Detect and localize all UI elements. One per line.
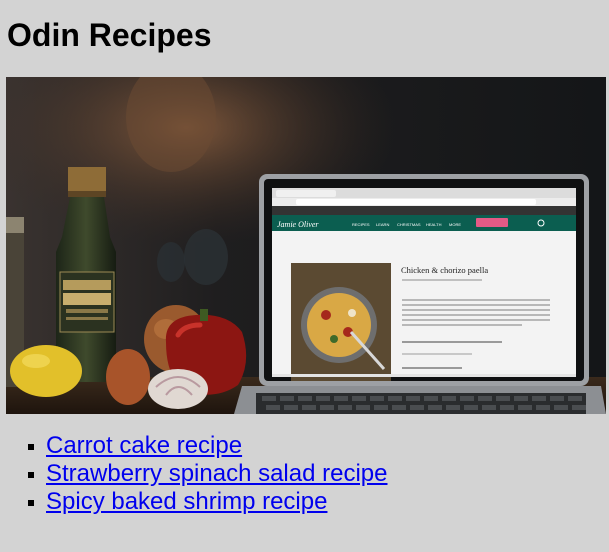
site-nav-more: MORE <box>449 222 461 227</box>
list-item: Carrot cake recipe <box>28 432 388 460</box>
recipe-list: Carrot cake recipe Strawberry spinach sa… <box>0 432 388 516</box>
page-title: Odin Recipes <box>7 17 212 53</box>
list-item: Spicy baked shrimp recipe <box>28 488 388 516</box>
site-nav-health: HEALTH <box>426 222 442 227</box>
laptop-screen: Jamie Oliver RECIPES LEARN CHRISTMAS HEA… <box>272 188 576 381</box>
site-nav-christmas: CHRISTMAS <box>397 222 421 227</box>
site-nav-recipes: RECIPES <box>352 222 370 227</box>
site-nav-learn: LEARN <box>376 222 389 227</box>
recipe-link-carrot-cake[interactable]: Carrot cake recipe <box>46 432 242 459</box>
site-name: Jamie Oliver <box>277 220 319 229</box>
hero-image: Jamie Oliver RECIPES LEARN CHRISTMAS HEA… <box>6 77 606 414</box>
recipe-link-spicy-baked-shrimp[interactable]: Spicy baked shrimp recipe <box>46 488 327 515</box>
screen-recipe-title: Chicken & chorizo paella <box>401 265 488 275</box>
recipe-link-strawberry-spinach-salad[interactable]: Strawberry spinach salad recipe <box>46 460 388 487</box>
list-item: Strawberry spinach salad recipe <box>28 460 388 488</box>
